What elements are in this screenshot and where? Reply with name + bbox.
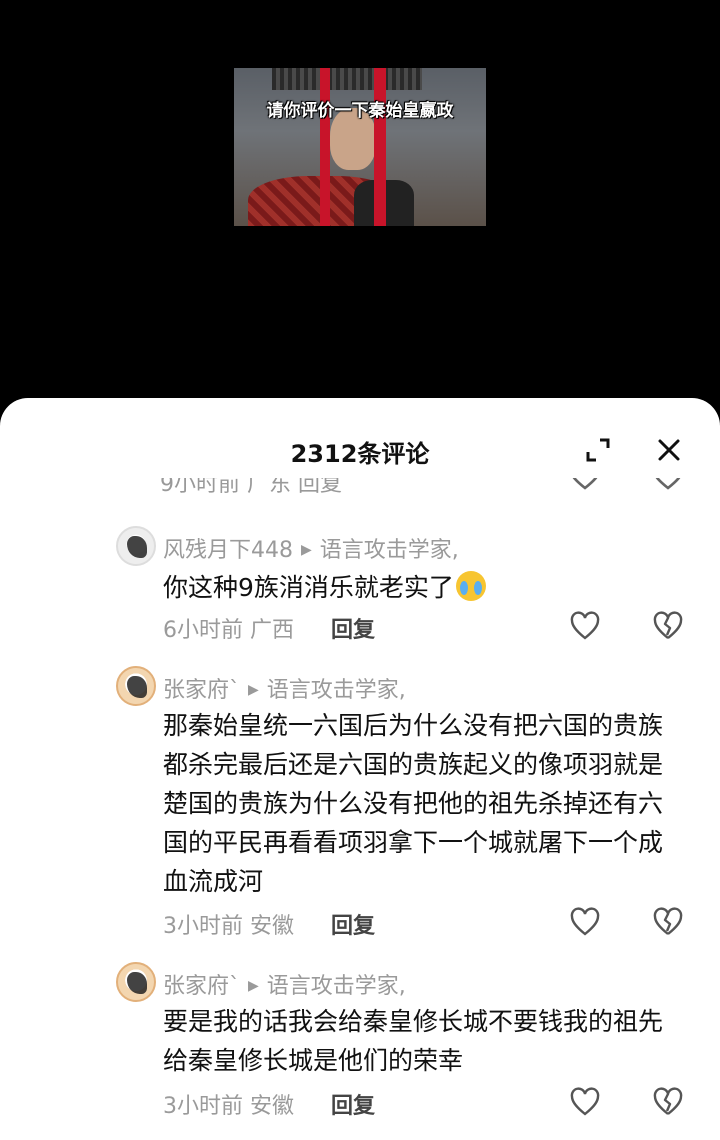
broken-heart-icon[interactable] <box>652 611 684 641</box>
video-caption: 请你评价一下秦始皇嬴政 <box>266 101 454 121</box>
reply-arrow-icon: ▶ <box>248 978 259 994</box>
clipped-previous-comment-row: 9小时前 广东 回复 <box>160 478 720 498</box>
reply-button[interactable]: 回复 <box>331 1094 375 1119</box>
heart-outline-icon[interactable] <box>569 907 601 937</box>
comment-text: 那秦始皇统一六国后为什么没有把六国的贵族都杀完最后还是六国的贵族起义的像项羽就是… <box>163 711 664 896</box>
reply-arrow-icon: ▶ <box>301 542 312 558</box>
comment-location: 安徽 <box>250 914 295 939</box>
video-thumbnail[interactable]: 请你评价一下秦始皇嬴政 <box>234 68 486 226</box>
heart-outline-icon[interactable] <box>569 611 601 641</box>
heart-outline-icon[interactable] <box>569 1087 601 1117</box>
reply-target[interactable]: 语言攻击学家, <box>320 538 459 563</box>
clipped-meta-text: 9小时前 广东 回复 <box>160 478 342 497</box>
comment-meta: 风残月下448 ▶ 语言攻击学家, <box>163 532 459 564</box>
comment-meta: 张家府` ▶ 语言攻击学家, <box>163 968 406 1000</box>
comment-footer: 3小时前 安徽 回复 <box>163 908 375 940</box>
comment-location: 广西 <box>250 618 295 643</box>
avatar[interactable] <box>116 666 156 706</box>
username[interactable]: 张家府` <box>163 974 240 999</box>
comment-text: 你这种9族消消乐就老实了 <box>163 568 683 607</box>
avatar[interactable] <box>116 962 156 1002</box>
comment-footer: 3小时前 安徽 回复 <box>163 1088 375 1120</box>
comment-time: 3小时前 <box>163 914 243 939</box>
comment-meta: 张家府` ▶ 语言攻击学家, <box>163 672 406 704</box>
comment-time: 3小时前 <box>163 1094 243 1119</box>
reply-target[interactable]: 语言攻击学家, <box>267 678 406 703</box>
broken-heart-icon[interactable] <box>652 1087 684 1117</box>
close-icon[interactable] <box>655 436 683 464</box>
reply-button[interactable]: 回复 <box>331 618 375 643</box>
tassel-right-graphic <box>374 68 386 226</box>
comment-text: 要是我的话我会给秦皇修长城不要钱我的祖先给秦皇修长城是他们的荣幸 <box>163 1007 664 1075</box>
sheet-header: 2312条评论 9小时前 广东 回复 <box>0 398 720 498</box>
crown-graphic <box>272 68 422 90</box>
username[interactable]: 风残月下448 <box>163 538 293 563</box>
reply-target[interactable]: 语言攻击学家, <box>267 974 406 999</box>
expand-icon[interactable] <box>584 436 612 464</box>
reply-button[interactable]: 回复 <box>331 914 375 939</box>
comment-footer: 6小时前 广西 回复 <box>163 612 375 644</box>
comment-location: 安徽 <box>250 1094 295 1119</box>
broken-heart-icon <box>655 478 681 490</box>
comment-time: 6小时前 <box>163 618 243 643</box>
heart-outline-icon <box>572 478 598 490</box>
comment-count-title: 2312条评论 <box>290 440 430 468</box>
avatar[interactable] <box>116 526 156 566</box>
reply-arrow-icon: ▶ <box>248 682 259 698</box>
username[interactable]: 张家府` <box>163 678 240 703</box>
broken-heart-icon[interactable] <box>652 907 684 937</box>
tassel-left-graphic <box>320 68 330 226</box>
crying-face-icon <box>455 571 486 601</box>
comment-sheet: 2312条评论 9小时前 广东 回复 风残月下448 ▶ 语言攻击学家, 你这种9族… <box>0 398 720 1140</box>
